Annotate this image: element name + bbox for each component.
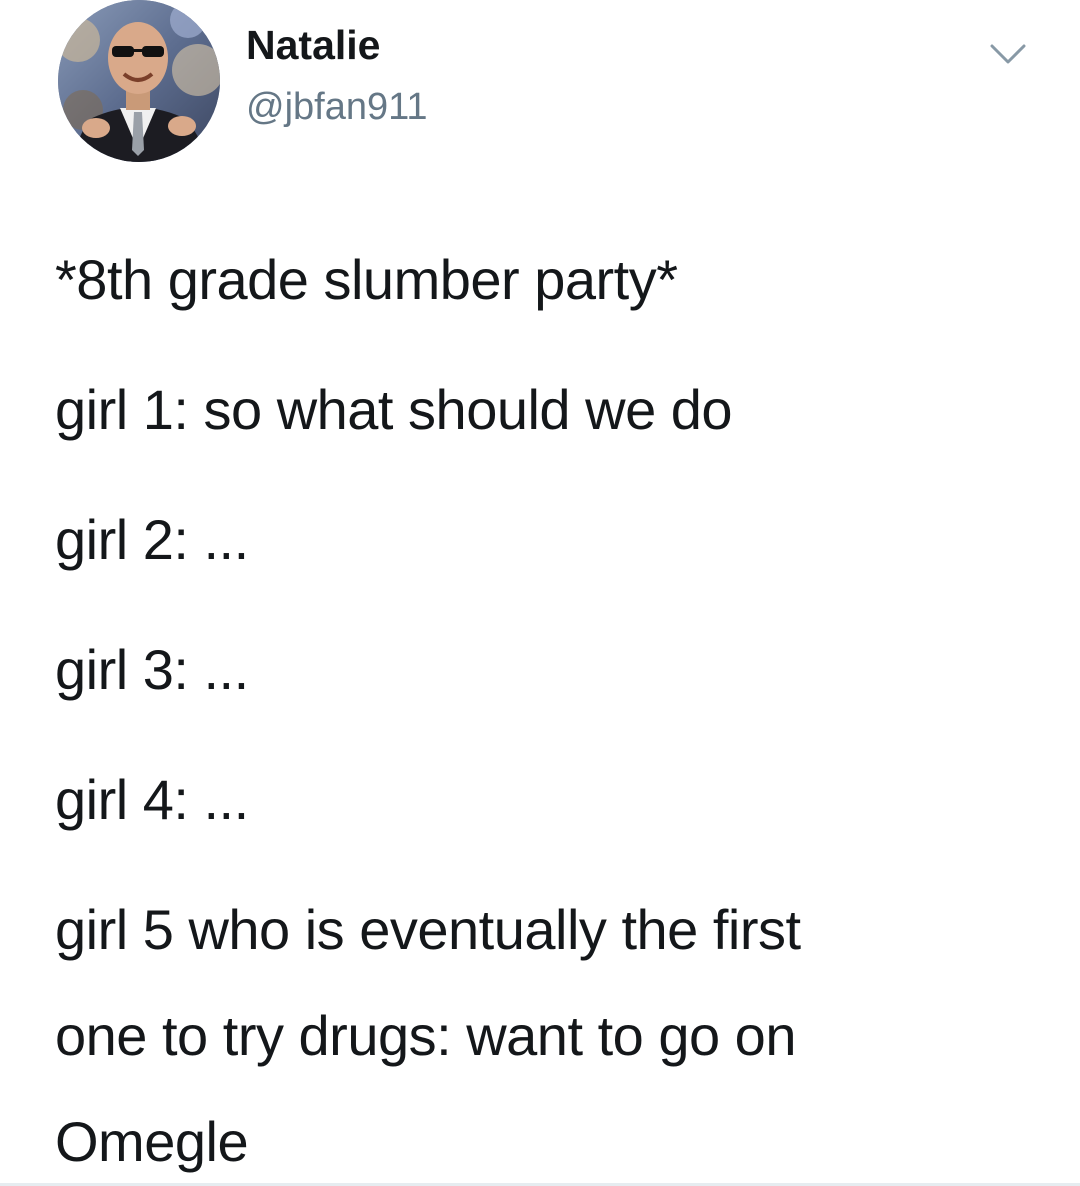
tweet-line: Omegle	[55, 1110, 249, 1173]
user-handle[interactable]: @jbfan911	[246, 86, 428, 129]
tweet-line: girl 4: ...	[55, 768, 249, 831]
tweet-line: girl 2: ...	[55, 508, 249, 571]
display-name[interactable]: Natalie	[246, 22, 380, 69]
avatar-photo-icon	[58, 0, 220, 162]
tweet-card: Natalie @jbfan911 *8th grade slumber par…	[0, 0, 1080, 1186]
tweet-line: *8th grade slumber party*	[55, 248, 678, 311]
tweet-line: one to try drugs: want to go on	[55, 1004, 796, 1067]
tweet-line: girl 5 who is eventually the first	[55, 898, 801, 961]
tweet-header: Natalie @jbfan911	[58, 0, 1058, 170]
chevron-down-icon[interactable]	[986, 38, 1030, 68]
tweet-line: girl 3: ...	[55, 638, 249, 701]
avatar[interactable]	[58, 0, 220, 162]
tweet-line: girl 1: so what should we do	[55, 378, 733, 441]
